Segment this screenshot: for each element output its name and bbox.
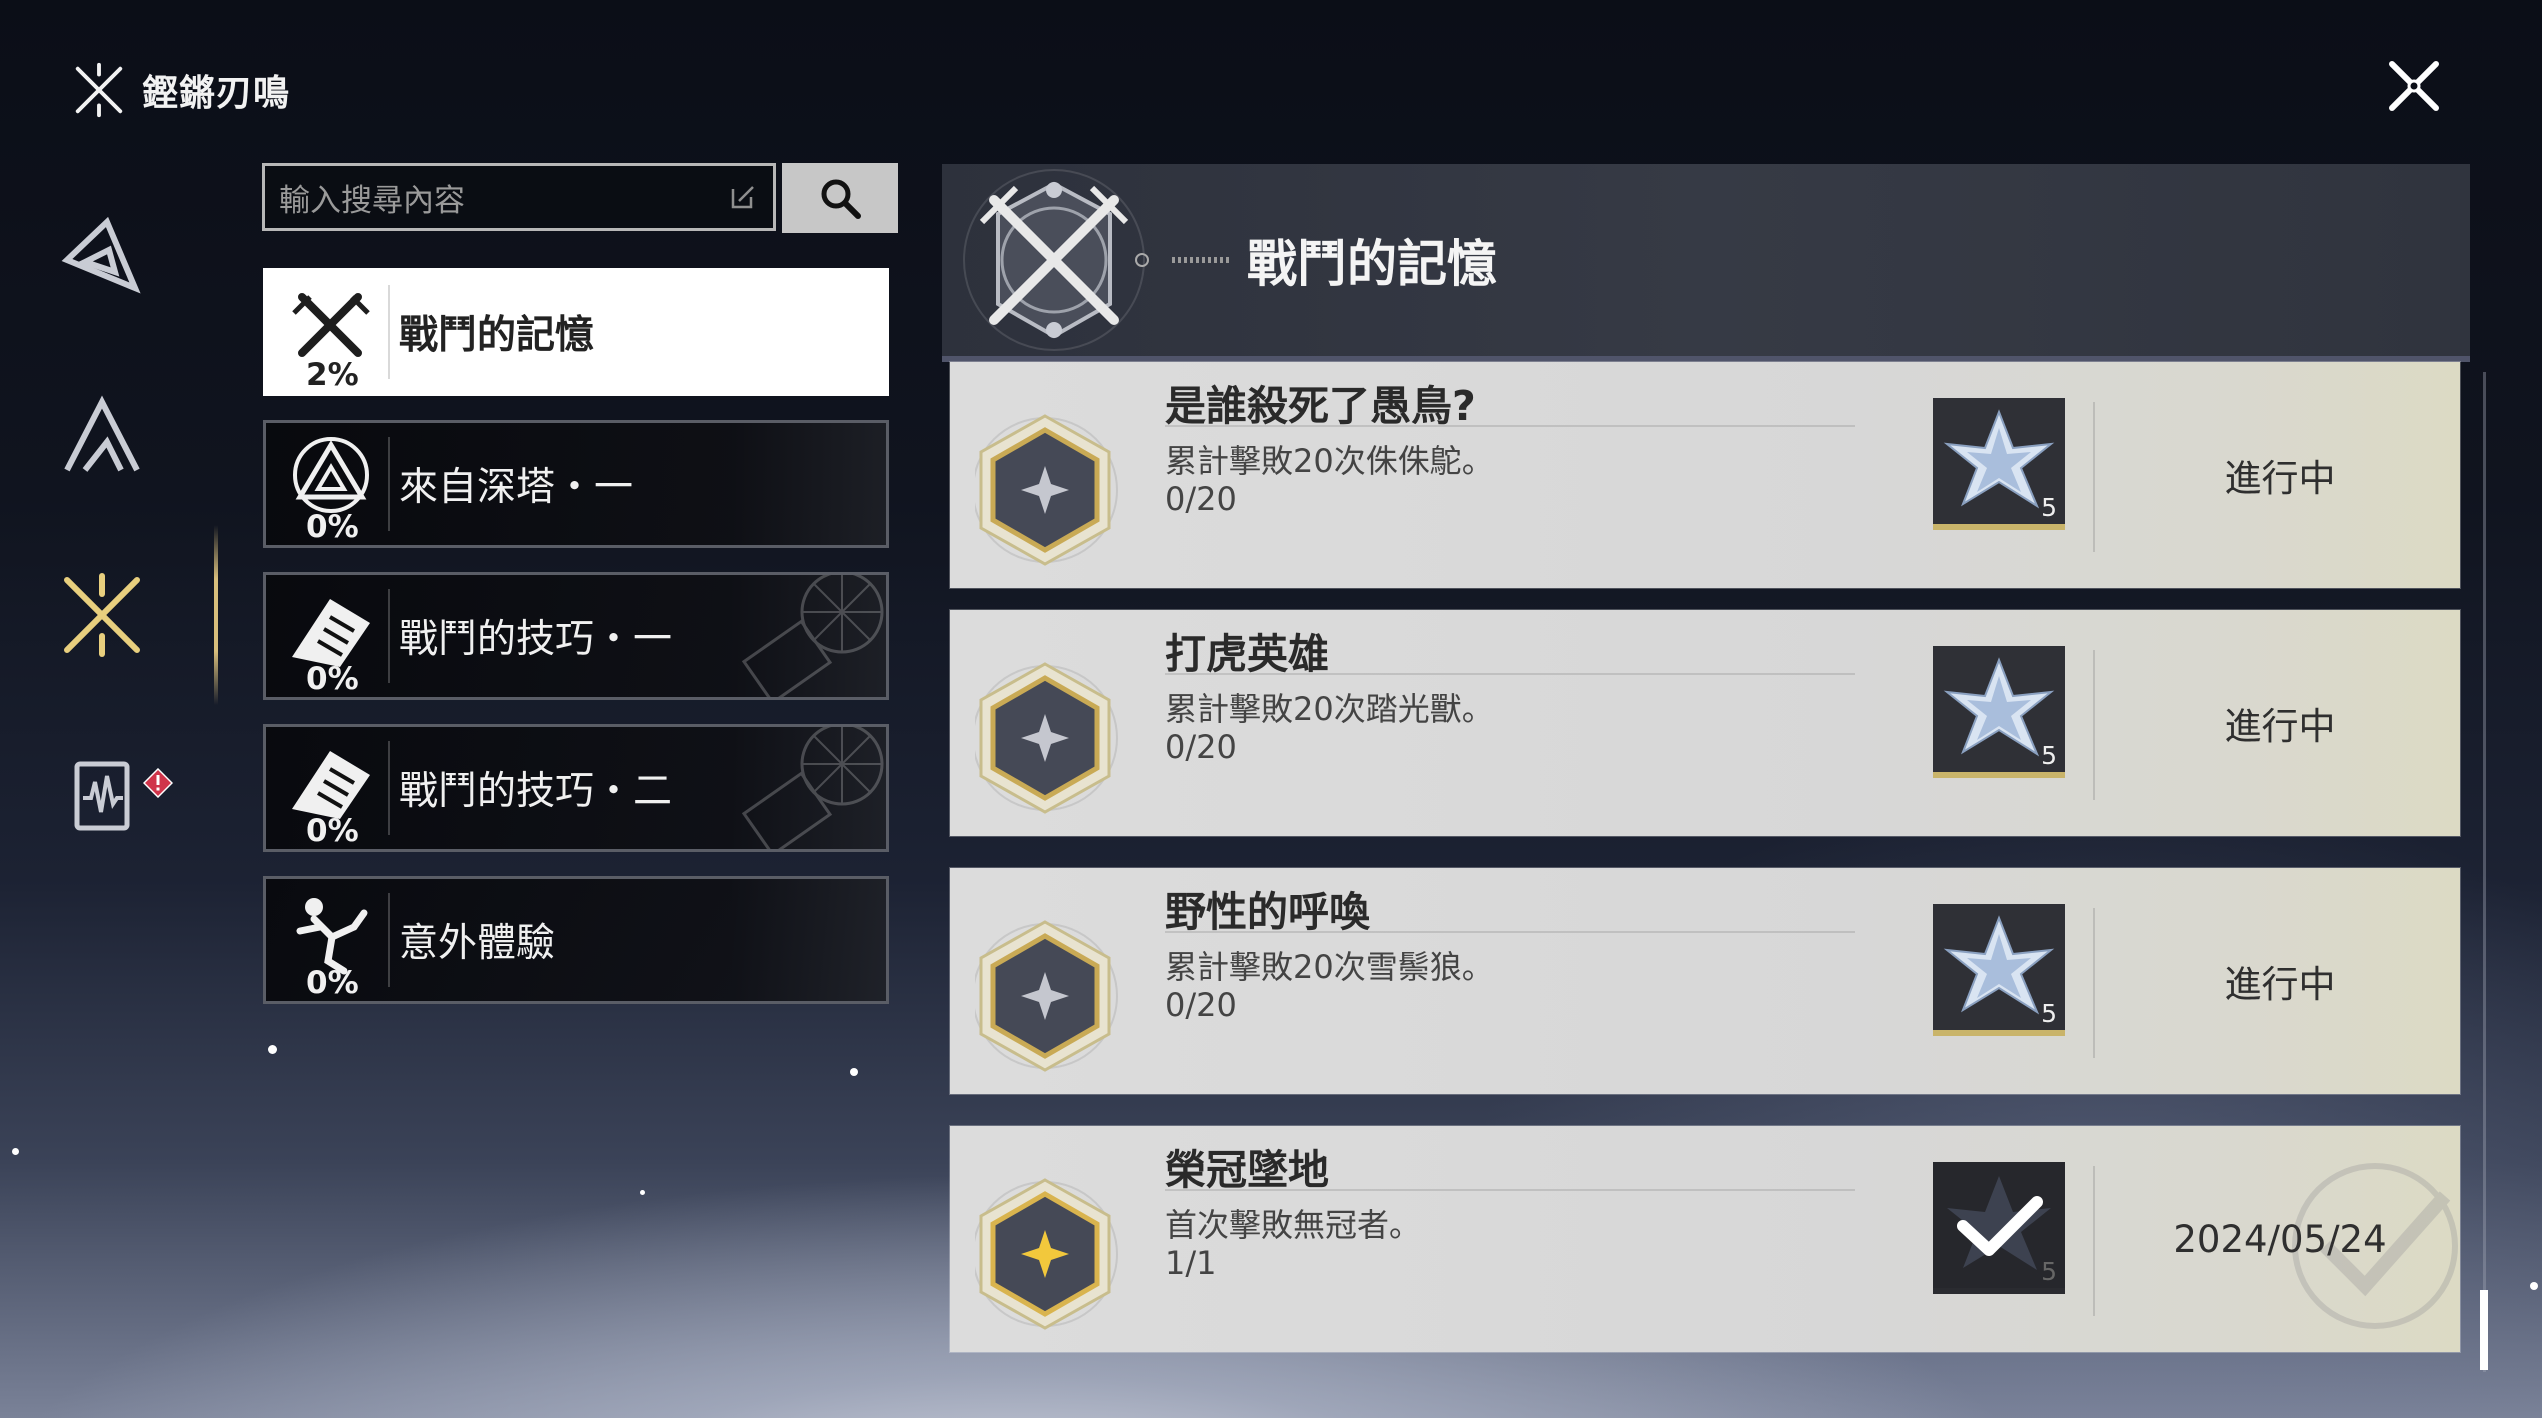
achievement-progress: 0/20 [1165,728,1237,766]
divider [2093,402,2095,552]
category-percent: 0% [306,813,359,849]
achievement-card-completed[interactable]: 榮冠墜地 首次擊敗無冠者。 1/1 5 2024/05/24 [950,1126,2460,1352]
divider [388,589,390,683]
achievement-medal-icon [975,650,1135,820]
decorative-emblem [742,727,884,849]
reward-item[interactable]: 5 [1933,398,2065,530]
alert-badge [142,767,174,799]
divider [1165,673,1855,675]
category-item-battle-skill-1[interactable]: 0% 戰鬥的技巧・一 [263,572,889,700]
category-percent: 0% [306,509,359,545]
achievement-title: 打虎英雄 [1165,630,1329,678]
achievement-description: 累計擊敗20次侏侏鴕。 [1165,442,1494,480]
reward-count: 5 [2041,741,2057,770]
reward-count: 5 [2041,1257,2057,1286]
achievement-description: 累計擊敗20次雪鬃狼。 [1165,948,1494,986]
achievement-title: 是誰殺死了愚鳥? [1165,382,1476,430]
achievement-status: 進行中 [2224,705,2336,748]
achievement-status: 進行中 [2224,457,2336,500]
star-sparkle [268,1045,277,1054]
category-percent: 0% [306,661,359,697]
divider [388,285,390,379]
achievement-description: 累計擊敗20次踏光獸。 [1165,690,1494,728]
category-name: 來自深塔・一 [399,465,634,510]
achievement-status: 進行中 [2224,963,2336,1006]
achievement-medal-icon [975,1166,1135,1336]
reward-item[interactable]: 5 [1933,904,2065,1036]
category-item-deep-tower[interactable]: 0% 來自深塔・一 [263,420,889,548]
achievement-description: 首次擊敗無冠者。 [1165,1206,1422,1244]
category-name: 戰鬥的技巧・二 [399,769,673,814]
achievement-medal-icon [975,402,1135,572]
achievement-card[interactable]: 打虎英雄 累計擊敗20次踏光獸。 0/20 5 進行中 [950,610,2460,836]
scrollbar-thumb[interactable] [2480,1290,2488,1370]
mountain-sigil-icon [64,395,140,472]
divider [2093,908,2095,1058]
category-percent: 0% [306,965,359,1001]
crossed-swords-logo-icon [70,61,128,119]
search-button[interactable] [782,163,898,233]
banner-dotted-line [1172,257,1232,263]
category-percent: 2% [306,357,359,393]
achievement-medal-icon [975,908,1135,1078]
achievement-card[interactable]: 野性的呼喚 累計擊敗20次雪鬃狼。 0/20 5 進行中 [950,868,2460,1094]
reward-count: 5 [2041,999,2057,1028]
achievement-title: 榮冠墜地 [1165,1146,1329,1194]
category-name: 意外體驗 [399,921,556,966]
divider [388,893,390,987]
rail-tab-waveform[interactable] [52,745,152,845]
category-name: 戰鬥的技巧・一 [399,617,673,662]
category-item-battle-memory[interactable]: 2% 戰鬥的記憶 [263,268,889,396]
reward-count: 5 [2041,493,2057,522]
achievement-progress: 0/20 [1165,480,1237,518]
divider [1165,931,1855,933]
rail-tab-triangle[interactable] [52,205,152,305]
triangle-sigil-icon [61,216,141,294]
divider [388,741,390,835]
achievement-progress: 0/20 [1165,986,1237,1024]
category-item-battle-skill-2[interactable]: 0% 戰鬥的技巧・二 [263,724,889,852]
category-banner: 戰鬥的記憶 [942,164,2470,356]
category-item-unexpected[interactable]: 0% 意外體驗 [263,876,889,1004]
app-header: 鏗鏘刃鳴 [70,60,290,120]
crossed-swords-emblem-icon [963,169,1149,351]
divider [2093,1166,2095,1316]
search-placeholder: 輸入搜尋內容 [279,182,465,219]
divider [1165,425,1855,427]
crossed-swords-icon [64,573,140,657]
decorative-emblem [742,575,884,697]
achievement-title: 野性的呼喚 [1165,888,1370,936]
divider [388,437,390,531]
reward-item-claimed[interactable]: 5 [1933,1162,2065,1294]
search-icon [821,179,861,219]
rail-tab-mountain[interactable] [52,385,152,485]
achievement-completion-date: 2024/05/24 [2173,1217,2387,1261]
close-button[interactable] [2378,50,2450,122]
search-input[interactable]: 輸入搜尋內容 [262,163,776,231]
waveform-card-icon [74,761,130,831]
category-name: 戰鬥的記憶 [399,313,595,358]
star-sparkle [12,1148,19,1155]
divider [1165,1189,1855,1191]
star-sparkle [2530,1282,2538,1290]
divider [2093,650,2095,800]
close-icon [2389,61,2439,111]
banner-title: 戰鬥的記憶 [1247,235,1497,293]
rail-tab-swords[interactable] [52,565,152,665]
reward-item[interactable]: 5 [1933,646,2065,778]
scrollbar-track[interactable] [2483,372,2486,1372]
edit-icon [727,181,759,213]
star-sparkle [640,1190,645,1195]
alert-icon [142,767,174,799]
star-sparkle [850,1068,858,1076]
achievement-progress: 1/1 [1165,1244,1217,1282]
achievement-card[interactable]: 是誰殺死了愚鳥? 累計擊敗20次侏侏鴕。 0/20 5 進行中 [950,362,2460,588]
app-title: 鏗鏘刃鳴 [142,73,291,114]
rail-selection-indicator [214,525,218,705]
